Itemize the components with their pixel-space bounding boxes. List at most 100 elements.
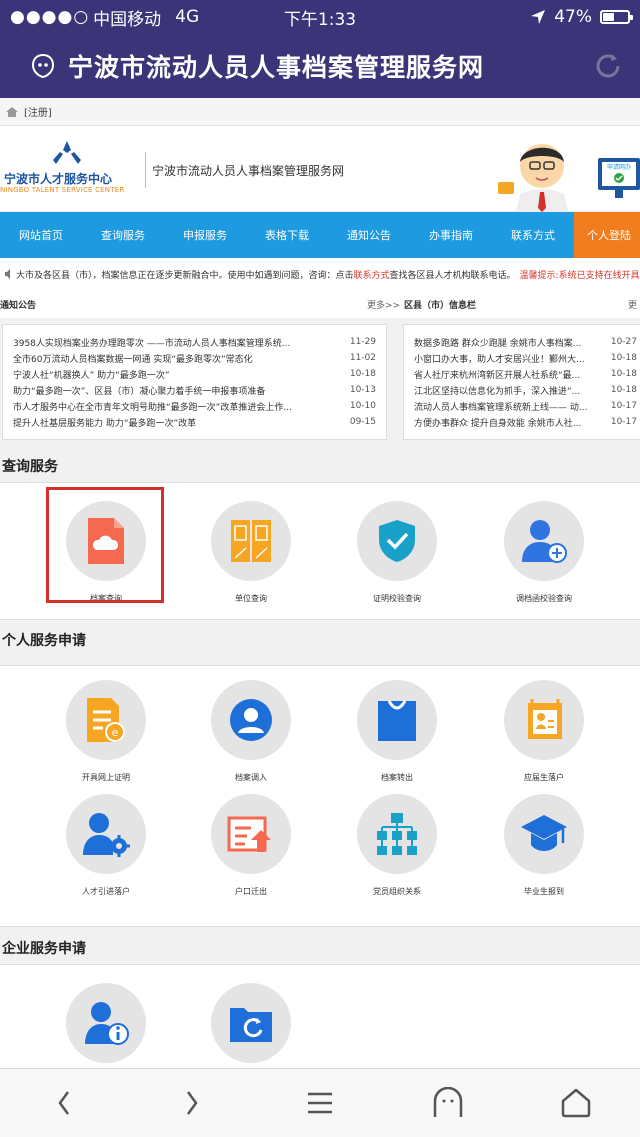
back-button[interactable]	[0, 1069, 128, 1137]
service-label: 单位查询	[235, 594, 267, 603]
news-item[interactable]: 助力“最多跑一次”、区县（市）凝心聚力着手统一申报事项准备 10-13	[13, 382, 376, 398]
news-item-date: 10-18	[610, 369, 637, 379]
news-item-date: 10-18	[610, 385, 637, 395]
personal-section-title: 个人服务申请	[2, 633, 86, 649]
document-e-icon: e	[66, 680, 146, 760]
battery-icon	[600, 10, 633, 24]
service-label: 档案转出	[381, 773, 413, 782]
service-org-chart[interactable]: 党员组织关系	[337, 794, 457, 897]
nav-notices[interactable]: 通知公告	[328, 212, 410, 258]
nav-login[interactable]: 个人登陆	[574, 212, 640, 258]
hamburger-icon	[308, 1092, 332, 1114]
news-item-date: 10-17	[610, 417, 637, 427]
service-label: 党员组织关系	[373, 887, 421, 896]
home-outline-icon	[561, 1088, 591, 1118]
notice-text-2: 查找各区县人才机构联系电话。	[389, 270, 516, 281]
document-up-icon	[211, 794, 291, 874]
bag-icon	[357, 680, 437, 760]
news-item-date: 09-15	[349, 417, 376, 427]
forward-button[interactable]	[128, 1069, 256, 1137]
news-item[interactable]: 流动人员人事档案管理系统新上线—— 动... 10-17	[414, 398, 637, 414]
brand-logo[interactable]: 宁波市人才服务中心 NINGBO TALENT SERVICE CENTER	[0, 140, 140, 200]
enterprise-section-title: 企业服务申请	[2, 941, 86, 957]
news-item-title: 江北区坚持以信息化为抓手，深入推进“...	[414, 386, 581, 397]
banner-site-name: 宁波市流动人员人事档案管理服务网	[152, 164, 345, 178]
menu-button[interactable]	[256, 1069, 384, 1137]
shield-check-icon	[357, 501, 437, 581]
news-item-title: 数据多跑路 群众少跑腿 余姚市人事档案...	[414, 338, 582, 349]
news-item[interactable]: 市人才服务中心在全市青年文明号助推“最多跑一次”改革推进会上作... 10-10	[13, 398, 376, 414]
news-item-title: 3958人实现档案业务办理跑零次 ——市流动人员人事档案管理系统...	[13, 338, 291, 349]
nav-contact[interactable]: 联系方式	[492, 212, 574, 258]
service-folder-sync[interactable]	[191, 983, 311, 1063]
service-user-gear[interactable]: 人才引进落户	[46, 794, 166, 897]
svg-text:e: e	[112, 726, 119, 739]
news-item[interactable]: 提升人社基层服务能力 助力“最多跑一次”改革 09-15	[13, 414, 376, 430]
news-item-date: 10-10	[349, 401, 376, 411]
refresh-icon[interactable]	[592, 50, 624, 82]
notices-title: 通知公告	[0, 301, 37, 311]
service-graduation-cap[interactable]: 毕业生报到	[484, 794, 604, 897]
notice-tip-label: 温馨提示:	[519, 270, 559, 281]
app-title: 宁波市流动人员人事档案管理服务网	[68, 53, 485, 82]
nav-apply[interactable]: 申报服务	[164, 212, 246, 258]
service-document-up[interactable]: 户口迁出	[191, 794, 311, 897]
webpage[interactable]: [注册] 宁波市人才服务中心 NINGBO TALENT SERVICE CEN…	[0, 98, 640, 1068]
nav-query[interactable]: 查询服务	[82, 212, 164, 258]
news-item[interactable]: 宁波人社“机器换人” 助力“最多跑一次” 10-18	[13, 366, 376, 382]
news-item-date: 10-18	[610, 353, 637, 363]
county-news-list: 数据多跑路 群众少跑腿 余姚市人事档案... 10-27 小窗口办大事，助人才安居兴…	[403, 324, 640, 440]
notice-ticker: 大市及各区县（市），档案信息正在逐步更新融合中。使用中如遇到问题，咨询：点击 联…	[0, 258, 640, 290]
folders-icon	[211, 501, 291, 581]
news-item[interactable]: 数据多跑路 群众少跑腿 余姚市人事档案... 10-27	[414, 334, 637, 350]
news-item[interactable]: 全市60万流动人员档案数据一网通 实现“最多跑零次”常态化 11-02	[13, 350, 376, 366]
service-bag[interactable]: 档案转出	[337, 680, 457, 783]
news-item-title: 流动人员人事档案管理系统新上线—— 动...	[414, 402, 588, 413]
talent-center-logo-icon	[53, 141, 81, 164]
user-circle-icon	[211, 680, 291, 760]
news-item[interactable]: 江北区坚持以信息化为抓手，深入推进“... 10-18	[414, 382, 637, 398]
app-header-bar: ●●●●○ 中国移动 4G 下午1:33 47% 宁波市流动人员人事档案管理服务…	[0, 0, 640, 98]
tabs-button[interactable]	[384, 1069, 512, 1137]
service-folders[interactable]: 单位查询	[191, 501, 311, 604]
certificate-icon	[504, 680, 584, 760]
news-item-title: 宁波人社“机器换人” 助力“最多跑一次”	[13, 370, 170, 381]
notices-list: 3958人实现档案业务办理跑零次 ——市流动人员人事档案管理系统... 11-29…	[2, 324, 387, 440]
service-shield-check[interactable]: 证明校验查询	[337, 501, 457, 604]
news-item[interactable]: 小窗口办大事，助人才安居兴业！鄞州大... 10-18	[414, 350, 637, 366]
nav-home[interactable]: 网站首页	[0, 212, 82, 258]
notices-more-link[interactable]: 更多>>	[367, 298, 400, 311]
news-item[interactable]: 3958人实现档案业务办理跑零次 ——市流动人员人事档案管理系统... 11-29	[13, 334, 376, 350]
battery-percent: 47%	[554, 7, 592, 27]
nav-forms[interactable]: 表格下载	[246, 212, 328, 258]
news-item[interactable]: 省人社厅来杭州湾新区开展人社系统“最... 10-18	[414, 366, 637, 382]
user-gear-icon	[66, 794, 146, 874]
news-header: 通知公告 更多>> 区县（市）信息栏 更	[0, 290, 640, 318]
home-icon[interactable]	[6, 106, 18, 117]
county-news-more-link[interactable]: 更	[628, 298, 637, 311]
notice-contact-link[interactable]: 联系方式	[354, 268, 390, 281]
folder-sync-icon	[211, 983, 291, 1063]
service-label: 户口迁出	[235, 887, 267, 896]
service-label: 应届生落户	[524, 773, 564, 782]
service-document-e[interactable]: e 开具网上证明	[46, 680, 166, 783]
service-user-add[interactable]: 调档函校验查询	[484, 501, 604, 604]
service-label: 开具网上证明	[82, 773, 130, 782]
news-item-date: 11-02	[349, 353, 376, 363]
service-label: 调档函校验查询	[516, 594, 572, 603]
news-item[interactable]: 方便办事群众 提升自身效能 余姚市人社... 10-17	[414, 414, 637, 430]
speaker-icon	[5, 269, 10, 279]
register-link[interactable]: [注册]	[24, 104, 52, 119]
service-user-info[interactable]	[46, 983, 166, 1063]
news-item-date: 10-27	[610, 337, 637, 347]
service-certificate[interactable]: 应届生落户	[484, 680, 604, 783]
service-user-circle[interactable]: 档案调入	[191, 680, 311, 783]
nav-guide[interactable]: 办事指南	[410, 212, 492, 258]
brand-name-cn: 宁波市人才服务中心	[4, 172, 113, 186]
graduation-cap-icon	[504, 794, 584, 874]
news-item-date: 10-17	[610, 401, 637, 411]
service-label: 档案调入	[235, 773, 267, 782]
news-item-title: 助力“最多跑一次”、区县（市）凝心聚力着手统一申报事项准备	[13, 386, 266, 397]
home-button[interactable]	[512, 1069, 640, 1137]
ghost-tabs-icon	[433, 1087, 463, 1117]
